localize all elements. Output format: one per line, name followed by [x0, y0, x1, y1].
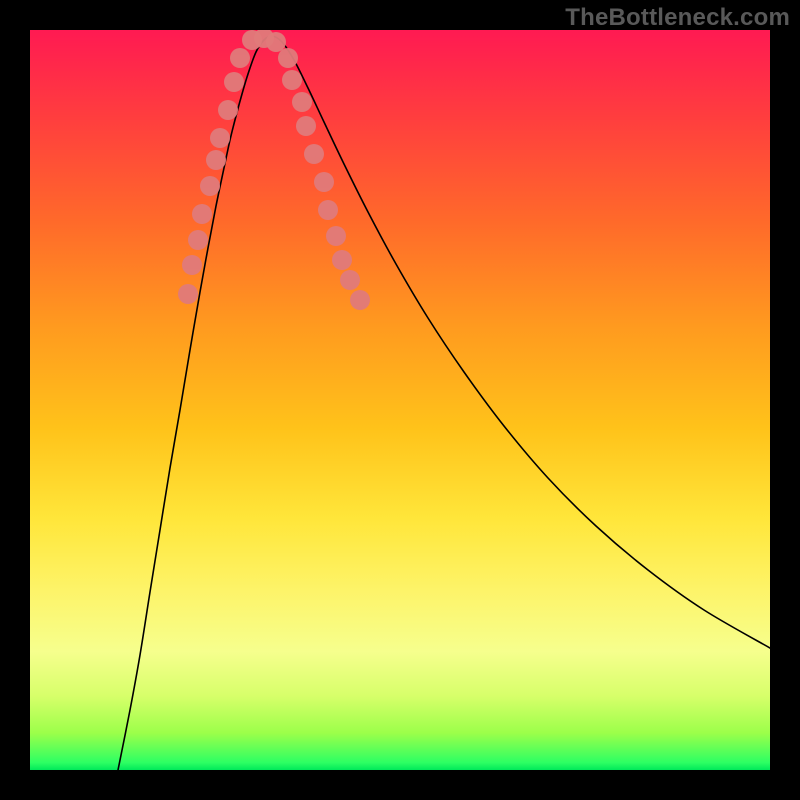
data-marker [206, 150, 226, 170]
markers-layer [178, 30, 370, 310]
data-marker [278, 48, 298, 68]
data-marker [182, 255, 202, 275]
watermark-text: TheBottleneck.com [565, 4, 790, 32]
data-marker [326, 226, 346, 246]
data-marker [350, 290, 370, 310]
data-marker [318, 200, 338, 220]
data-marker [282, 70, 302, 90]
data-marker [332, 250, 352, 270]
data-marker [304, 144, 324, 164]
data-marker [218, 100, 238, 120]
data-marker [292, 92, 312, 112]
data-marker [296, 116, 316, 136]
data-marker [200, 176, 220, 196]
data-marker [210, 128, 230, 148]
plot-area [30, 30, 770, 770]
data-marker [340, 270, 360, 290]
data-marker [178, 284, 198, 304]
data-marker [224, 72, 244, 92]
chart-svg [30, 30, 770, 770]
data-marker [188, 230, 208, 250]
data-marker [192, 204, 212, 224]
data-marker [230, 48, 250, 68]
data-marker [314, 172, 334, 192]
data-marker [266, 32, 286, 52]
chart-frame: TheBottleneck.com [0, 0, 800, 800]
